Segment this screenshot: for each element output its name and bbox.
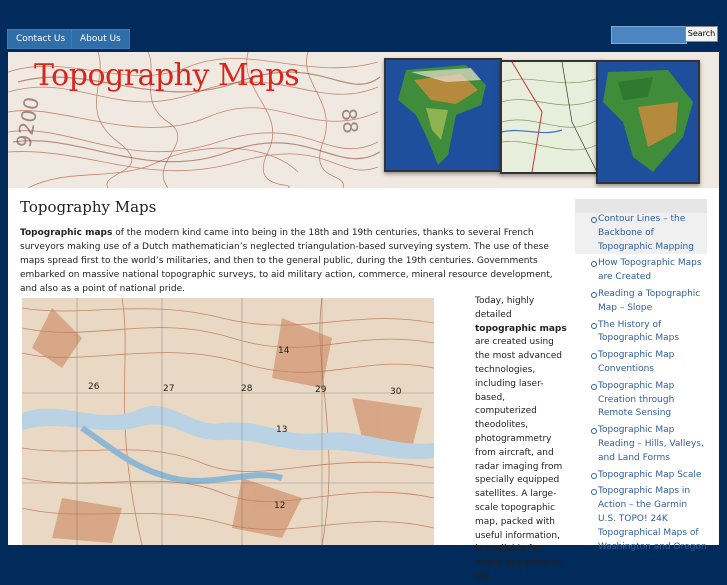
page-content: 9200 88 Topography Maps Topography Maps … xyxy=(8,52,719,582)
sidebar-link-label: The History of Topographic Maps xyxy=(598,319,680,344)
sidebar-link-label: Reading a Topographic Map – Slope xyxy=(598,288,701,313)
sidebar-link-label: Topographic Map Conventions xyxy=(598,350,675,374)
sidebar-link-label: Topographic Map Reading – Hills, Valleys… xyxy=(598,425,704,463)
sidebar-link-land-forms[interactable]: Topographic Map Reading – Hills, Valleys… xyxy=(575,424,707,465)
map-grid-label: 26 xyxy=(88,382,100,392)
contact-us-button[interactable]: Contact Us xyxy=(7,29,75,49)
sidebar-link-how-created[interactable]: How Topographic Maps are Created xyxy=(575,257,707,285)
sidebar-link-reading-slope[interactable]: Reading a Topographic Map – Slope xyxy=(575,288,707,316)
svg-text:88: 88 xyxy=(337,107,363,134)
bullet-icon xyxy=(591,353,597,360)
bullet-icon xyxy=(591,217,597,223)
bullet-icon xyxy=(591,322,597,329)
india-relief-map-image xyxy=(384,58,502,172)
sidebar-link-label: Contour Lines – the Backbone of Topograp… xyxy=(598,214,694,252)
sidebar-link-remote-sensing[interactable]: Topographic Map Creation through Remote … xyxy=(575,380,707,421)
header-banner: 9200 88 Topography Maps xyxy=(8,52,719,188)
side-text-pre: Today, highly detailed xyxy=(475,296,535,320)
intro-bold-term: Topographic maps xyxy=(20,228,113,238)
bullet-icon xyxy=(591,291,597,298)
sidebar-link-label: Topographic Map Scale xyxy=(598,469,702,480)
page-title: Topography Maps xyxy=(20,198,157,216)
map-grid-label: 28 xyxy=(241,384,253,394)
sidebar-link-conventions[interactable]: Topographic Map Conventions xyxy=(575,349,707,377)
sidebar-link-label: Topographic Map Creation through Remote … xyxy=(598,380,675,419)
map-grid-label: 14 xyxy=(278,346,290,356)
bullet-icon xyxy=(591,428,597,435)
banner-title: Topography Maps xyxy=(34,58,300,93)
side-text-post: are created using the most advanced tech… xyxy=(475,337,563,582)
top-bar: Contact Us About Us Search xyxy=(0,0,727,50)
search-input[interactable] xyxy=(611,26,687,44)
sidebar-link-label: How Topographic Maps are Created xyxy=(598,258,702,283)
bullet-icon xyxy=(591,489,597,496)
map-grid-label: 13 xyxy=(276,425,288,435)
map-grid-label: 30 xyxy=(390,387,402,397)
sidebar-link-label: Topographic Maps in Action – the Garmin … xyxy=(598,486,707,552)
map-grid-label: 29 xyxy=(315,385,327,395)
brazil-relief-map-image xyxy=(596,60,700,184)
sidebar-link-contour-lines[interactable]: Contour Lines – the Backbone of Topograp… xyxy=(575,213,707,255)
map-grid-label: 27 xyxy=(163,384,175,394)
sidebar-link-map-scale[interactable]: Topographic Map Scale xyxy=(575,469,707,483)
side-bold-term: topographic maps xyxy=(475,323,567,334)
main-content: Topography Maps Topographic maps of the … xyxy=(20,198,568,296)
map-grid-label: 12 xyxy=(274,501,286,511)
bullet-icon xyxy=(591,261,597,268)
topographic-map-image: 14 26 27 28 29 30 13 12 xyxy=(22,298,434,545)
sidebar-link-history[interactable]: The History of Topographic Maps xyxy=(575,319,707,347)
about-us-button[interactable]: About Us xyxy=(71,29,130,49)
intro-paragraph: Topographic maps of the modern kind came… xyxy=(20,226,565,296)
side-paragraph: Today, highly detailed topographic maps … xyxy=(475,295,567,585)
bullet-icon xyxy=(591,383,597,390)
sidebar: Contour Lines – the Backbone of Topograp… xyxy=(575,199,707,557)
bullet-icon xyxy=(591,472,597,479)
search-button[interactable]: Search xyxy=(685,26,718,42)
sidebar-link-garmin[interactable]: Topographic Maps in Action – the Garmin … xyxy=(575,485,707,554)
topographic-sheet-image xyxy=(500,60,604,174)
